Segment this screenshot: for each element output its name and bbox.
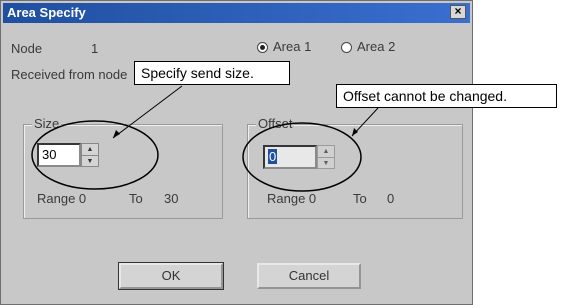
offset-callout: Offset cannot be changed. xyxy=(336,84,557,108)
offset-leader-arrowhead xyxy=(352,128,358,136)
size-leader-arrowhead xyxy=(113,130,120,138)
size-callout: Specify send size. xyxy=(134,61,290,85)
offset-highlight-ellipse xyxy=(242,122,362,192)
annotation-overlay xyxy=(31,85,379,192)
size-leader-line xyxy=(112,85,183,139)
size-highlight-ellipse xyxy=(31,120,159,190)
